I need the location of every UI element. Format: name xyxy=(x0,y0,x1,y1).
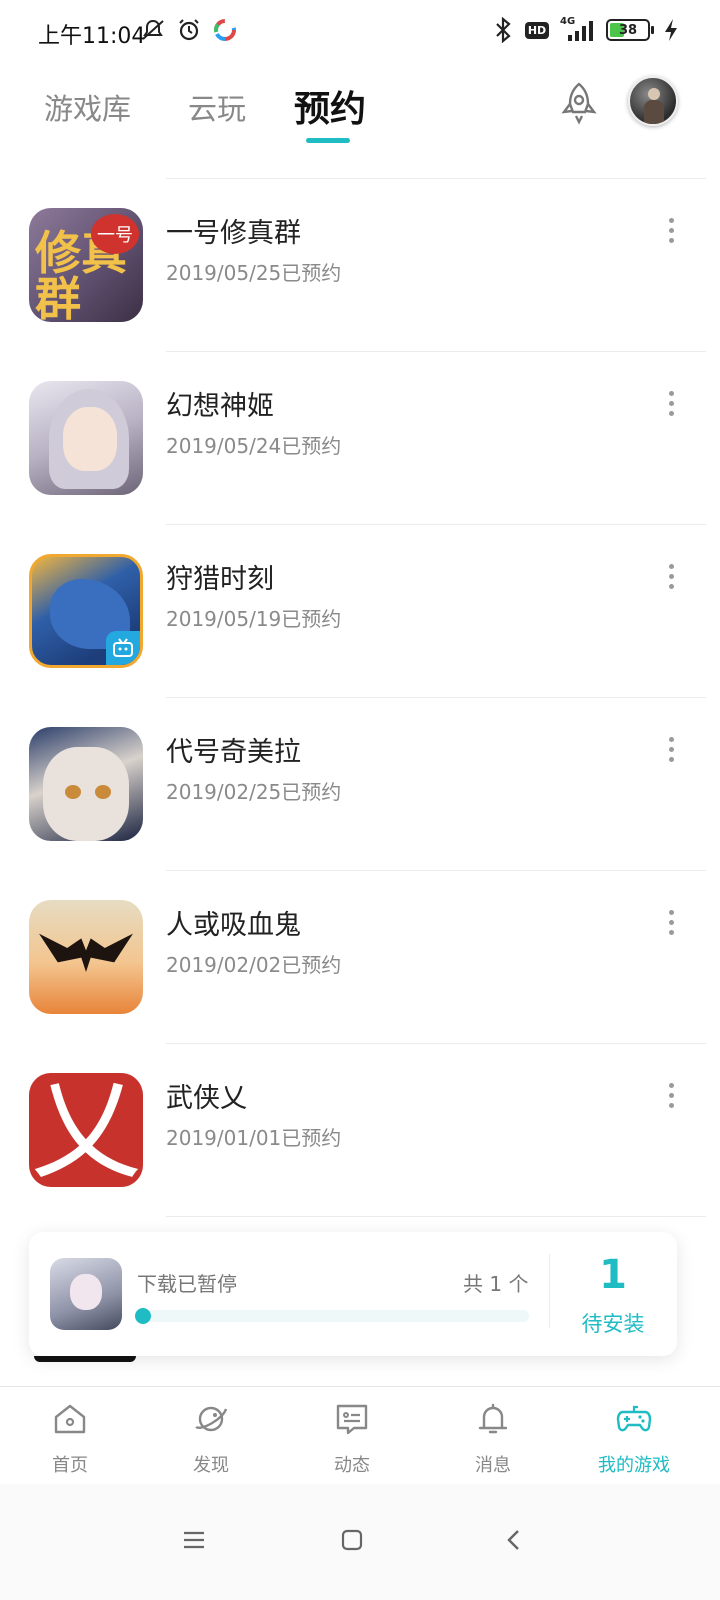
pending-install-label[interactable]: 待安装 xyxy=(549,1308,677,1338)
nav-messages[interactable]: 消息 xyxy=(423,1387,563,1485)
game-icon[interactable]: 乂 xyxy=(29,1073,143,1187)
game-icon-art-text: 乂 xyxy=(31,1073,141,1187)
nav-label: 动态 xyxy=(334,1455,370,1476)
active-tab-indicator xyxy=(306,138,350,143)
game-title[interactable]: 人或吸血鬼 xyxy=(166,903,301,942)
nav-discover[interactable]: 发现 xyxy=(141,1387,281,1485)
game-icon-badge: 一号 xyxy=(91,214,139,254)
bell-icon xyxy=(478,1403,508,1434)
game-title[interactable]: 武侠乂 xyxy=(166,1076,247,1115)
reservation-date: 2019/01/01已预约 xyxy=(166,1126,342,1150)
battery-icon: 38 xyxy=(606,19,654,41)
bluetooth-icon xyxy=(490,16,516,44)
more-options-icon[interactable] xyxy=(656,1080,686,1110)
reservation-date: 2019/02/02已预约 xyxy=(166,953,342,977)
tab-cloud-play[interactable]: 云玩 xyxy=(188,86,246,128)
nav-label: 我的游戏 xyxy=(598,1455,670,1476)
more-options-icon[interactable] xyxy=(656,734,686,764)
signal-4g-icon: 4G xyxy=(558,16,598,44)
game-icon[interactable]: 修真群 一号 xyxy=(29,208,143,322)
charging-icon xyxy=(658,16,684,44)
list-item[interactable]: 修真群 一号 一号修真群 2019/05/25已预约 xyxy=(0,179,720,352)
game-title[interactable]: 幻想神姬 xyxy=(166,384,274,423)
divider xyxy=(166,1216,706,1217)
system-nav-bar xyxy=(0,1484,720,1600)
download-status-card[interactable]: 下载已暂停 共 1 个 1 待安装 xyxy=(29,1232,677,1356)
tab-game-library[interactable]: 游戏库 xyxy=(44,86,131,128)
menu-icon[interactable] xyxy=(174,1520,214,1560)
back-icon[interactable] xyxy=(494,1520,534,1560)
download-status-text: 下载已暂停 xyxy=(137,1272,237,1296)
game-icon[interactable] xyxy=(29,554,143,668)
game-title[interactable]: 一号修真群 xyxy=(166,211,301,250)
reservation-date: 2019/05/24已预约 xyxy=(166,434,342,458)
nav-label: 消息 xyxy=(475,1455,511,1476)
user-avatar[interactable] xyxy=(628,76,678,126)
nav-label: 首页 xyxy=(52,1455,88,1476)
list-item[interactable]: 人或吸血鬼 2019/02/02已预约 xyxy=(0,871,720,1044)
list-item-peek xyxy=(34,1356,136,1362)
reservation-date: 2019/02/25已预约 xyxy=(166,780,342,804)
nav-home[interactable]: 首页 xyxy=(0,1387,140,1485)
nav-feed[interactable]: 动态 xyxy=(282,1387,422,1485)
home-icon xyxy=(54,1404,86,1434)
list-item[interactable]: 代号奇美拉 2019/02/25已预约 xyxy=(0,698,720,871)
download-total-count: 共 1 个 xyxy=(463,1272,529,1296)
rocket-icon[interactable] xyxy=(556,80,602,126)
bottom-nav: 首页 发现 动态 消息 我的游戏 xyxy=(0,1386,720,1484)
tab-reservations[interactable]: 预约 xyxy=(294,80,366,132)
list-item[interactable]: 狩猎时刻 2019/05/19已预约 xyxy=(0,525,720,698)
download-game-thumbnail xyxy=(50,1258,122,1330)
reservation-list: 修真群 一号 一号修真群 2019/05/25已预约 幻想神姬 2019/05/… xyxy=(0,179,720,1217)
alarm-icon xyxy=(176,16,202,44)
more-options-icon[interactable] xyxy=(656,907,686,937)
more-options-icon[interactable] xyxy=(656,561,686,591)
game-icon[interactable] xyxy=(29,727,143,841)
app-notification-icon xyxy=(212,16,238,44)
pending-install-count[interactable]: 1 xyxy=(549,1252,677,1298)
header: 游戏库 云玩 预约 xyxy=(0,64,720,180)
status-bar: 上午11:04 HD 4G 38 xyxy=(0,0,720,64)
nav-label: 发现 xyxy=(193,1455,229,1476)
home-square-icon[interactable] xyxy=(332,1520,372,1560)
message-card-icon xyxy=(336,1404,368,1435)
reservation-date: 2019/05/19已预约 xyxy=(166,607,342,631)
download-progress-indicator xyxy=(135,1308,151,1324)
mute-icon xyxy=(140,16,166,44)
game-title[interactable]: 狩猎时刻 xyxy=(166,557,274,596)
game-icon[interactable] xyxy=(29,381,143,495)
status-time: 上午11:04 xyxy=(38,24,146,49)
game-icon[interactable] xyxy=(29,900,143,1014)
planet-icon xyxy=(195,1406,228,1432)
game-title[interactable]: 代号奇美拉 xyxy=(166,730,301,769)
gamepad-icon xyxy=(616,1405,652,1432)
status-right-icons: HD 4G 38 xyxy=(490,16,684,44)
tv-badge-icon xyxy=(106,631,140,665)
more-options-icon[interactable] xyxy=(656,388,686,418)
status-left-icons xyxy=(140,16,238,44)
list-item[interactable]: 乂 武侠乂 2019/01/01已预约 xyxy=(0,1044,720,1217)
reservation-date: 2019/05/25已预约 xyxy=(166,261,342,285)
hd-icon: HD xyxy=(524,16,550,44)
more-options-icon[interactable] xyxy=(656,215,686,245)
download-progress-bar xyxy=(137,1310,529,1322)
nav-my-games[interactable]: 我的游戏 xyxy=(564,1387,704,1485)
list-item[interactable]: 幻想神姬 2019/05/24已预约 xyxy=(0,352,720,525)
